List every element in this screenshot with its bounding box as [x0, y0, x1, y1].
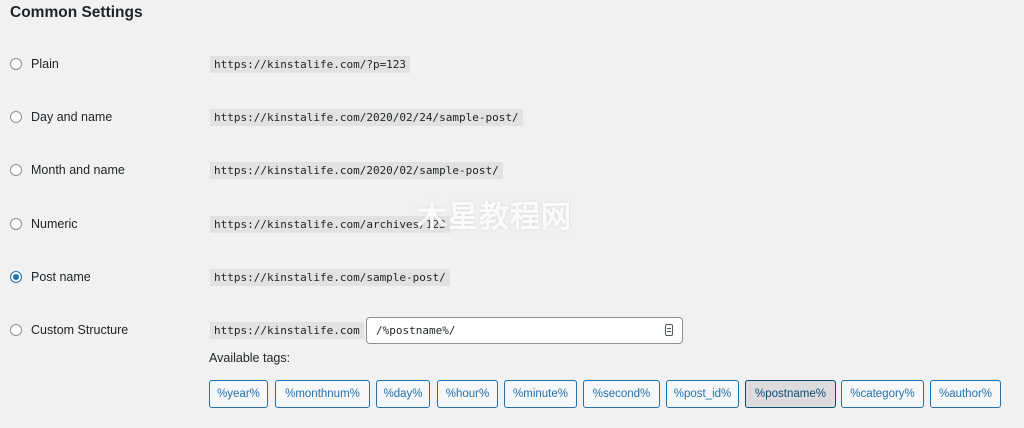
section-heading: Common Settings	[10, 4, 143, 21]
option-label: Custom Structure	[31, 323, 129, 337]
tag-minute[interactable]: %minute%	[504, 380, 577, 408]
tag-hour[interactable]: %hour%	[437, 380, 498, 408]
url-example: https://kinstalife.com/?p=123	[210, 56, 411, 73]
option-label: Plain	[31, 57, 59, 71]
radio-numeric[interactable]	[10, 218, 22, 230]
option-plain[interactable]: Plain https://kinstalife.com/?p=123	[0, 54, 1024, 78]
tag-author[interactable]: %author%	[930, 380, 1001, 408]
radio-month-and-name[interactable]	[10, 164, 22, 176]
custom-structure-input[interactable]: /%postname%/	[366, 317, 683, 344]
url-base: https://kinstalife.com	[210, 322, 364, 339]
radio-day-and-name[interactable]	[10, 111, 22, 123]
option-month-and-name[interactable]: Month and name https://kinstalife.com/20…	[0, 160, 1024, 184]
tag-postname[interactable]: %postname%	[745, 380, 836, 408]
watermark: 木星教程网	[417, 200, 572, 235]
radio-post-name[interactable]	[10, 271, 22, 283]
tag-year[interactable]: %year%	[209, 380, 268, 408]
available-tags-label: Available tags:	[209, 351, 291, 365]
field-options-icon[interactable]	[665, 324, 673, 336]
tag-day[interactable]: %day%	[376, 380, 430, 408]
tag-post-id[interactable]: %post_id%	[666, 380, 739, 408]
option-post-name[interactable]: Post name https://kinstalife.com/sample-…	[0, 267, 1024, 291]
option-day-and-name[interactable]: Day and name https://kinstalife.com/2020…	[0, 107, 1024, 131]
custom-structure-value: /%postname%/	[376, 324, 456, 337]
url-example: https://kinstalife.com/archives/123	[210, 216, 450, 233]
option-label: Numeric	[31, 217, 78, 231]
tag-second[interactable]: %second%	[583, 380, 660, 408]
option-label: Post name	[31, 270, 91, 284]
radio-plain[interactable]	[10, 58, 22, 70]
url-example: https://kinstalife.com/sample-post/	[210, 269, 450, 286]
url-example: https://kinstalife.com/2020/02/sample-po…	[210, 162, 503, 179]
option-label: Month and name	[31, 163, 125, 177]
radio-custom-structure[interactable]	[10, 324, 22, 336]
tag-category[interactable]: %category%	[841, 380, 924, 408]
option-label: Day and name	[31, 110, 113, 124]
tag-monthnum[interactable]: %monthnum%	[275, 380, 370, 408]
url-example: https://kinstalife.com/2020/02/24/sample…	[210, 109, 523, 126]
